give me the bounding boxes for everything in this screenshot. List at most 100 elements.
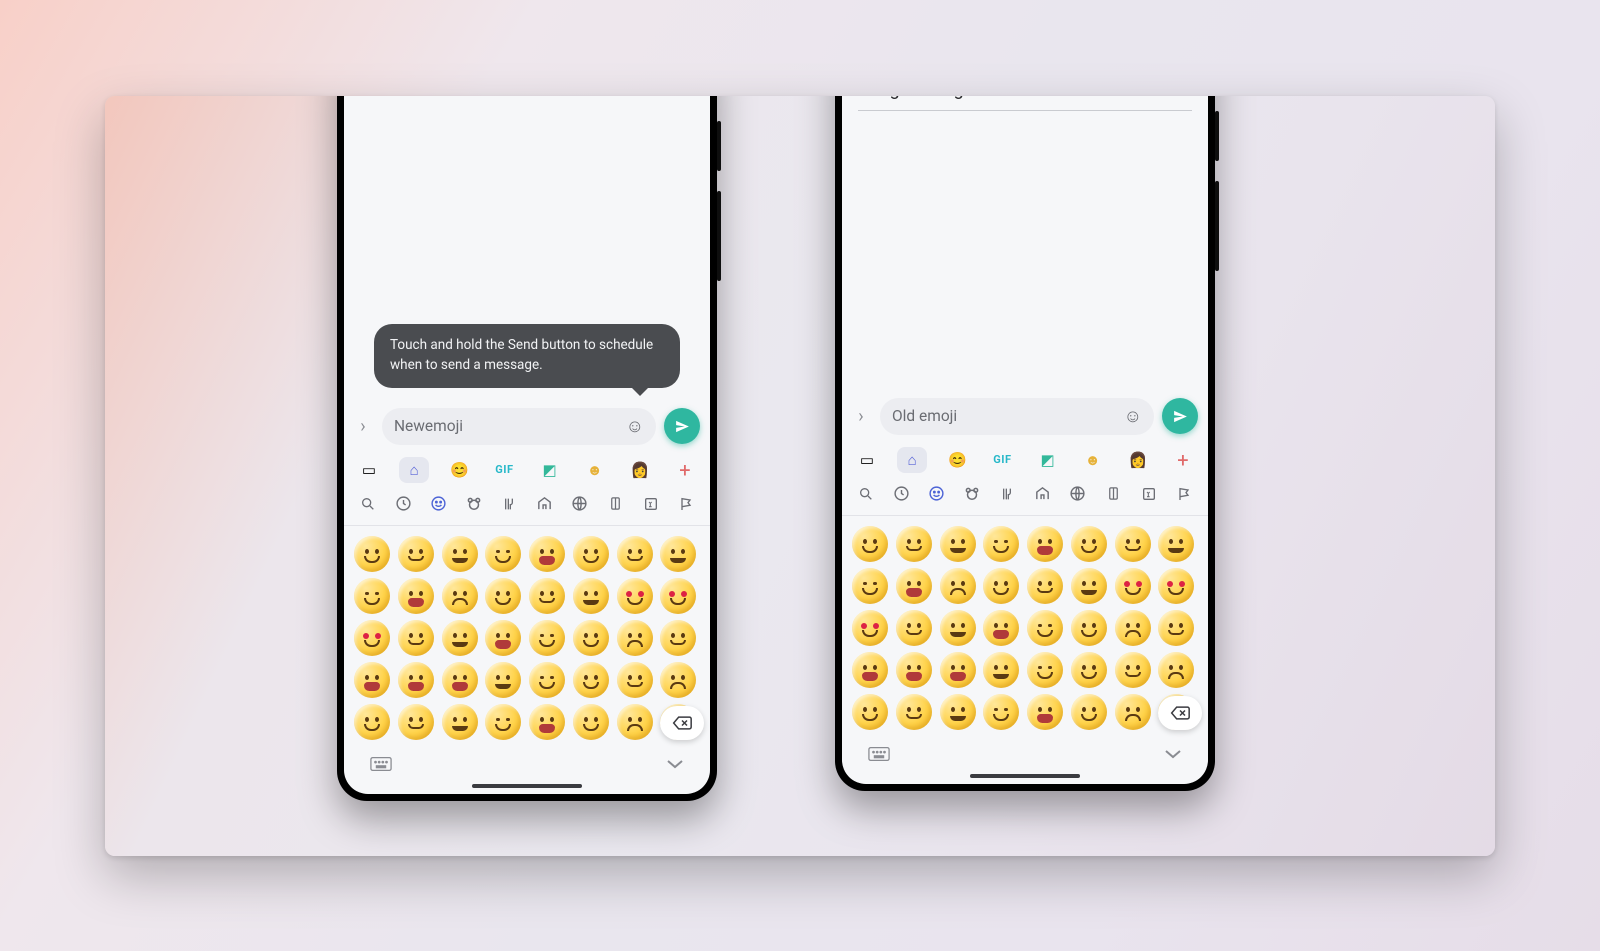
emoji[interactable] bbox=[1158, 568, 1194, 604]
bitmoji-tab-icon[interactable]: 👩 bbox=[625, 457, 655, 483]
flags-icon[interactable] bbox=[1170, 481, 1198, 507]
gif-tab[interactable]: GIF bbox=[987, 447, 1017, 473]
kaomoji-tab-icon[interactable]: ☻ bbox=[1078, 447, 1108, 473]
emoji[interactable] bbox=[983, 610, 1019, 646]
emoji[interactable] bbox=[529, 536, 565, 572]
emoji[interactable] bbox=[617, 662, 653, 698]
emoji[interactable] bbox=[354, 578, 390, 614]
collapse-keyboard-icon[interactable] bbox=[666, 758, 684, 770]
emoji[interactable] bbox=[852, 652, 888, 688]
sticker-tab-icon[interactable]: ◩ bbox=[535, 457, 565, 483]
emoji[interactable] bbox=[617, 704, 653, 740]
emoji[interactable] bbox=[529, 620, 565, 656]
emoji[interactable] bbox=[852, 526, 888, 562]
smileys-icon[interactable] bbox=[923, 481, 951, 507]
emoji[interactable] bbox=[573, 536, 609, 572]
emoji[interactable] bbox=[1115, 568, 1151, 604]
emoji[interactable] bbox=[398, 578, 434, 614]
chat-area[interactable]: Touch and hold the Send button to schedu… bbox=[344, 96, 710, 400]
emoji[interactable] bbox=[660, 578, 696, 614]
sticker-tab-icon[interactable]: ◩ bbox=[1033, 447, 1063, 473]
emoji[interactable] bbox=[1158, 526, 1194, 562]
message-input[interactable]: Newemoji ☺ bbox=[382, 408, 656, 445]
emoji[interactable] bbox=[1158, 610, 1194, 646]
food-icon[interactable] bbox=[495, 491, 523, 517]
emoji[interactable] bbox=[1115, 652, 1151, 688]
emoji[interactable] bbox=[660, 662, 696, 698]
emoji[interactable] bbox=[398, 662, 434, 698]
emoji[interactable] bbox=[617, 620, 653, 656]
emoji[interactable] bbox=[442, 536, 478, 572]
emoji[interactable] bbox=[573, 704, 609, 740]
emoji[interactable] bbox=[660, 536, 696, 572]
gif-tab[interactable]: GIF bbox=[489, 457, 519, 483]
keyboard-switch-icon[interactable] bbox=[370, 756, 392, 772]
emoji[interactable] bbox=[573, 620, 609, 656]
emoji[interactable] bbox=[1071, 610, 1107, 646]
kaomoji-tab-icon[interactable]: ☻ bbox=[580, 457, 610, 483]
search-icon[interactable] bbox=[354, 491, 382, 517]
emoji[interactable] bbox=[354, 536, 390, 572]
emoji[interactable] bbox=[896, 568, 932, 604]
chat-area[interactable] bbox=[842, 111, 1208, 390]
keyboard-switch-icon[interactable] bbox=[868, 746, 890, 762]
flags-icon[interactable] bbox=[672, 491, 700, 517]
emoji[interactable] bbox=[1027, 652, 1063, 688]
emoji[interactable] bbox=[660, 620, 696, 656]
send-button[interactable] bbox=[664, 408, 700, 444]
recent-icon[interactable] bbox=[389, 491, 417, 517]
emoji-tab-icon[interactable]: 😊 bbox=[444, 457, 474, 483]
emoji[interactable] bbox=[485, 536, 521, 572]
emoji[interactable] bbox=[983, 694, 1019, 730]
add-tab-icon[interactable]: + bbox=[1168, 447, 1198, 473]
symbols-icon[interactable] bbox=[637, 491, 665, 517]
emoji[interactable] bbox=[485, 620, 521, 656]
emoji[interactable] bbox=[940, 694, 976, 730]
emoji[interactable] bbox=[442, 620, 478, 656]
emoji[interactable] bbox=[573, 578, 609, 614]
add-tab-icon[interactable]: + bbox=[670, 457, 700, 483]
search-icon[interactable] bbox=[852, 481, 880, 507]
expand-icon[interactable]: › bbox=[850, 406, 872, 427]
emoji[interactable] bbox=[573, 662, 609, 698]
animals-icon[interactable] bbox=[460, 491, 488, 517]
travel-icon[interactable] bbox=[1029, 481, 1057, 507]
nav-bar[interactable] bbox=[970, 774, 1080, 778]
collapse-keyboard-icon[interactable] bbox=[1164, 748, 1182, 760]
backspace-button[interactable] bbox=[1158, 696, 1202, 730]
emoji[interactable] bbox=[617, 578, 653, 614]
emoji[interactable] bbox=[1027, 526, 1063, 562]
activities-icon[interactable] bbox=[566, 491, 594, 517]
emoji[interactable] bbox=[896, 526, 932, 562]
emoji[interactable] bbox=[485, 578, 521, 614]
emoji[interactable] bbox=[1071, 526, 1107, 562]
emoji-toggle-icon[interactable]: ☺ bbox=[626, 416, 644, 437]
recent-icon[interactable] bbox=[887, 481, 915, 507]
emoji[interactable] bbox=[1115, 610, 1151, 646]
emoji[interactable] bbox=[940, 610, 976, 646]
objects-icon[interactable] bbox=[1099, 481, 1127, 507]
emoji[interactable] bbox=[1027, 610, 1063, 646]
emoji-grid[interactable] bbox=[344, 526, 710, 746]
expand-icon[interactable]: › bbox=[352, 416, 374, 437]
animals-icon[interactable] bbox=[958, 481, 986, 507]
emoji[interactable] bbox=[529, 662, 565, 698]
emoji[interactable] bbox=[1158, 652, 1194, 688]
bitmoji-tab-icon[interactable]: 👩 bbox=[1123, 447, 1153, 473]
add-recipient-icon[interactable]: + bbox=[1180, 96, 1192, 102]
emoji[interactable] bbox=[529, 704, 565, 740]
emoji[interactable] bbox=[354, 704, 390, 740]
emoji[interactable] bbox=[354, 620, 390, 656]
emoji[interactable] bbox=[940, 526, 976, 562]
send-button[interactable] bbox=[1162, 398, 1198, 434]
emoji[interactable] bbox=[852, 694, 888, 730]
emoji-toggle-icon[interactable]: ☺ bbox=[1124, 406, 1142, 427]
emoji[interactable] bbox=[1115, 694, 1151, 730]
emoji[interactable] bbox=[852, 610, 888, 646]
keyboard-settings-icon[interactable]: ▭ bbox=[852, 447, 882, 473]
emoji[interactable] bbox=[442, 704, 478, 740]
food-icon[interactable] bbox=[993, 481, 1021, 507]
emoji[interactable] bbox=[852, 568, 888, 604]
message-input[interactable]: Old emoji ☺ bbox=[880, 398, 1154, 435]
emoji[interactable] bbox=[983, 568, 1019, 604]
